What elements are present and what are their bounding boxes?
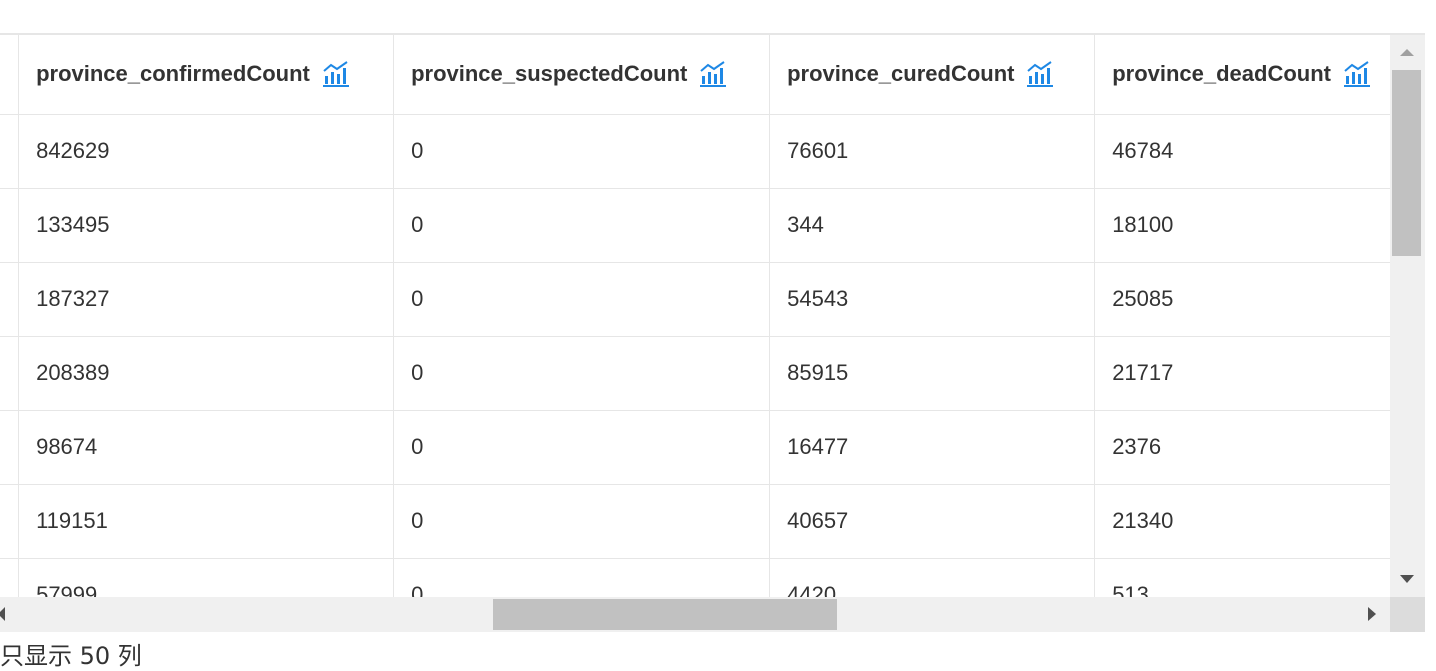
table-cell: 85915 [769, 336, 1096, 411]
table-cell: 46784 [1094, 114, 1424, 189]
scrollbar-corner [1390, 597, 1425, 632]
table-cell: 21717 [1094, 336, 1424, 411]
chart-icon[interactable] [699, 60, 727, 88]
row-cell-hidden [0, 262, 20, 337]
scroll-left-arrow-icon[interactable] [0, 607, 5, 621]
header-province-suspectedcount[interactable]: province_suspectedCount [393, 35, 771, 115]
footer-note: 只显示 50 列 [0, 642, 142, 670]
scroll-right-arrow-icon[interactable] [1368, 607, 1376, 621]
table-cell: 0 [393, 484, 771, 559]
vertical-scrollbar[interactable] [1390, 35, 1425, 597]
header-province-curedcount[interactable]: province_curedCount [769, 35, 1096, 115]
table-cell: 2376 [1094, 410, 1424, 485]
table-cell: 76601 [769, 114, 1096, 189]
table-row: 98674 0 16477 2376 [0, 410, 1424, 485]
column-label: province_deadCount [1112, 61, 1331, 87]
table-cell: 0 [393, 188, 771, 263]
column-label: province_curedCount [787, 61, 1015, 87]
table-cell: 187327 [18, 262, 395, 337]
table-cell: 21340 [1094, 484, 1424, 559]
chart-icon[interactable] [322, 60, 350, 88]
table-body: 842629 0 76601 46784 133495 0 344 18100 187327 0 5… [0, 114, 1424, 631]
table-row: 119151 0 40657 21340 [0, 484, 1424, 559]
scroll-up-arrow-icon[interactable] [1400, 49, 1414, 56]
row-cell-hidden [0, 188, 20, 263]
table-cell: 344 [769, 188, 1096, 263]
row-cell-hidden [0, 410, 20, 485]
table-cell: 18100 [1094, 188, 1424, 263]
horizontal-scroll-thumb[interactable] [493, 599, 837, 630]
table-cell: 98674 [18, 410, 395, 485]
scroll-down-arrow-icon[interactable] [1400, 575, 1414, 583]
table-cell: 25085 [1094, 262, 1424, 337]
table-row: 208389 0 85915 21717 [0, 336, 1424, 411]
table-cell: 0 [393, 114, 771, 189]
table-cell: 0 [393, 410, 771, 485]
table-cell: 16477 [769, 410, 1096, 485]
data-table-container: province_confirmedCount province_suspect… [0, 33, 1425, 632]
horizontal-scrollbar[interactable] [0, 597, 1390, 632]
table-cell: 40657 [769, 484, 1096, 559]
table-cell: 0 [393, 262, 771, 337]
row-cell-hidden [0, 484, 20, 559]
column-label: province_confirmedCount [36, 61, 310, 87]
chart-icon[interactable] [1026, 60, 1054, 88]
table-row: 133495 0 344 18100 [0, 188, 1424, 263]
table-cell: 119151 [18, 484, 395, 559]
table-cell: 133495 [18, 188, 395, 263]
table-cell: 0 [393, 336, 771, 411]
table-header-row: province_confirmedCount province_suspect… [0, 35, 1424, 115]
vertical-scroll-thumb[interactable] [1392, 70, 1421, 256]
table-row: 187327 0 54543 25085 [0, 262, 1424, 337]
chart-icon[interactable] [1343, 60, 1371, 88]
table-row: 842629 0 76601 46784 [0, 114, 1424, 189]
table-cell: 208389 [18, 336, 395, 411]
table-cell: 54543 [769, 262, 1096, 337]
column-label: province_suspectedCount [411, 61, 688, 87]
table-cell: 842629 [18, 114, 395, 189]
data-table: province_confirmedCount province_suspect… [0, 35, 1424, 631]
header-province-confirmedcount[interactable]: province_confirmedCount [18, 35, 395, 115]
row-cell-hidden [0, 336, 20, 411]
row-cell-hidden [0, 114, 20, 189]
header-cell-hidden [0, 35, 20, 115]
header-province-deadcount[interactable]: province_deadCount [1094, 35, 1424, 115]
